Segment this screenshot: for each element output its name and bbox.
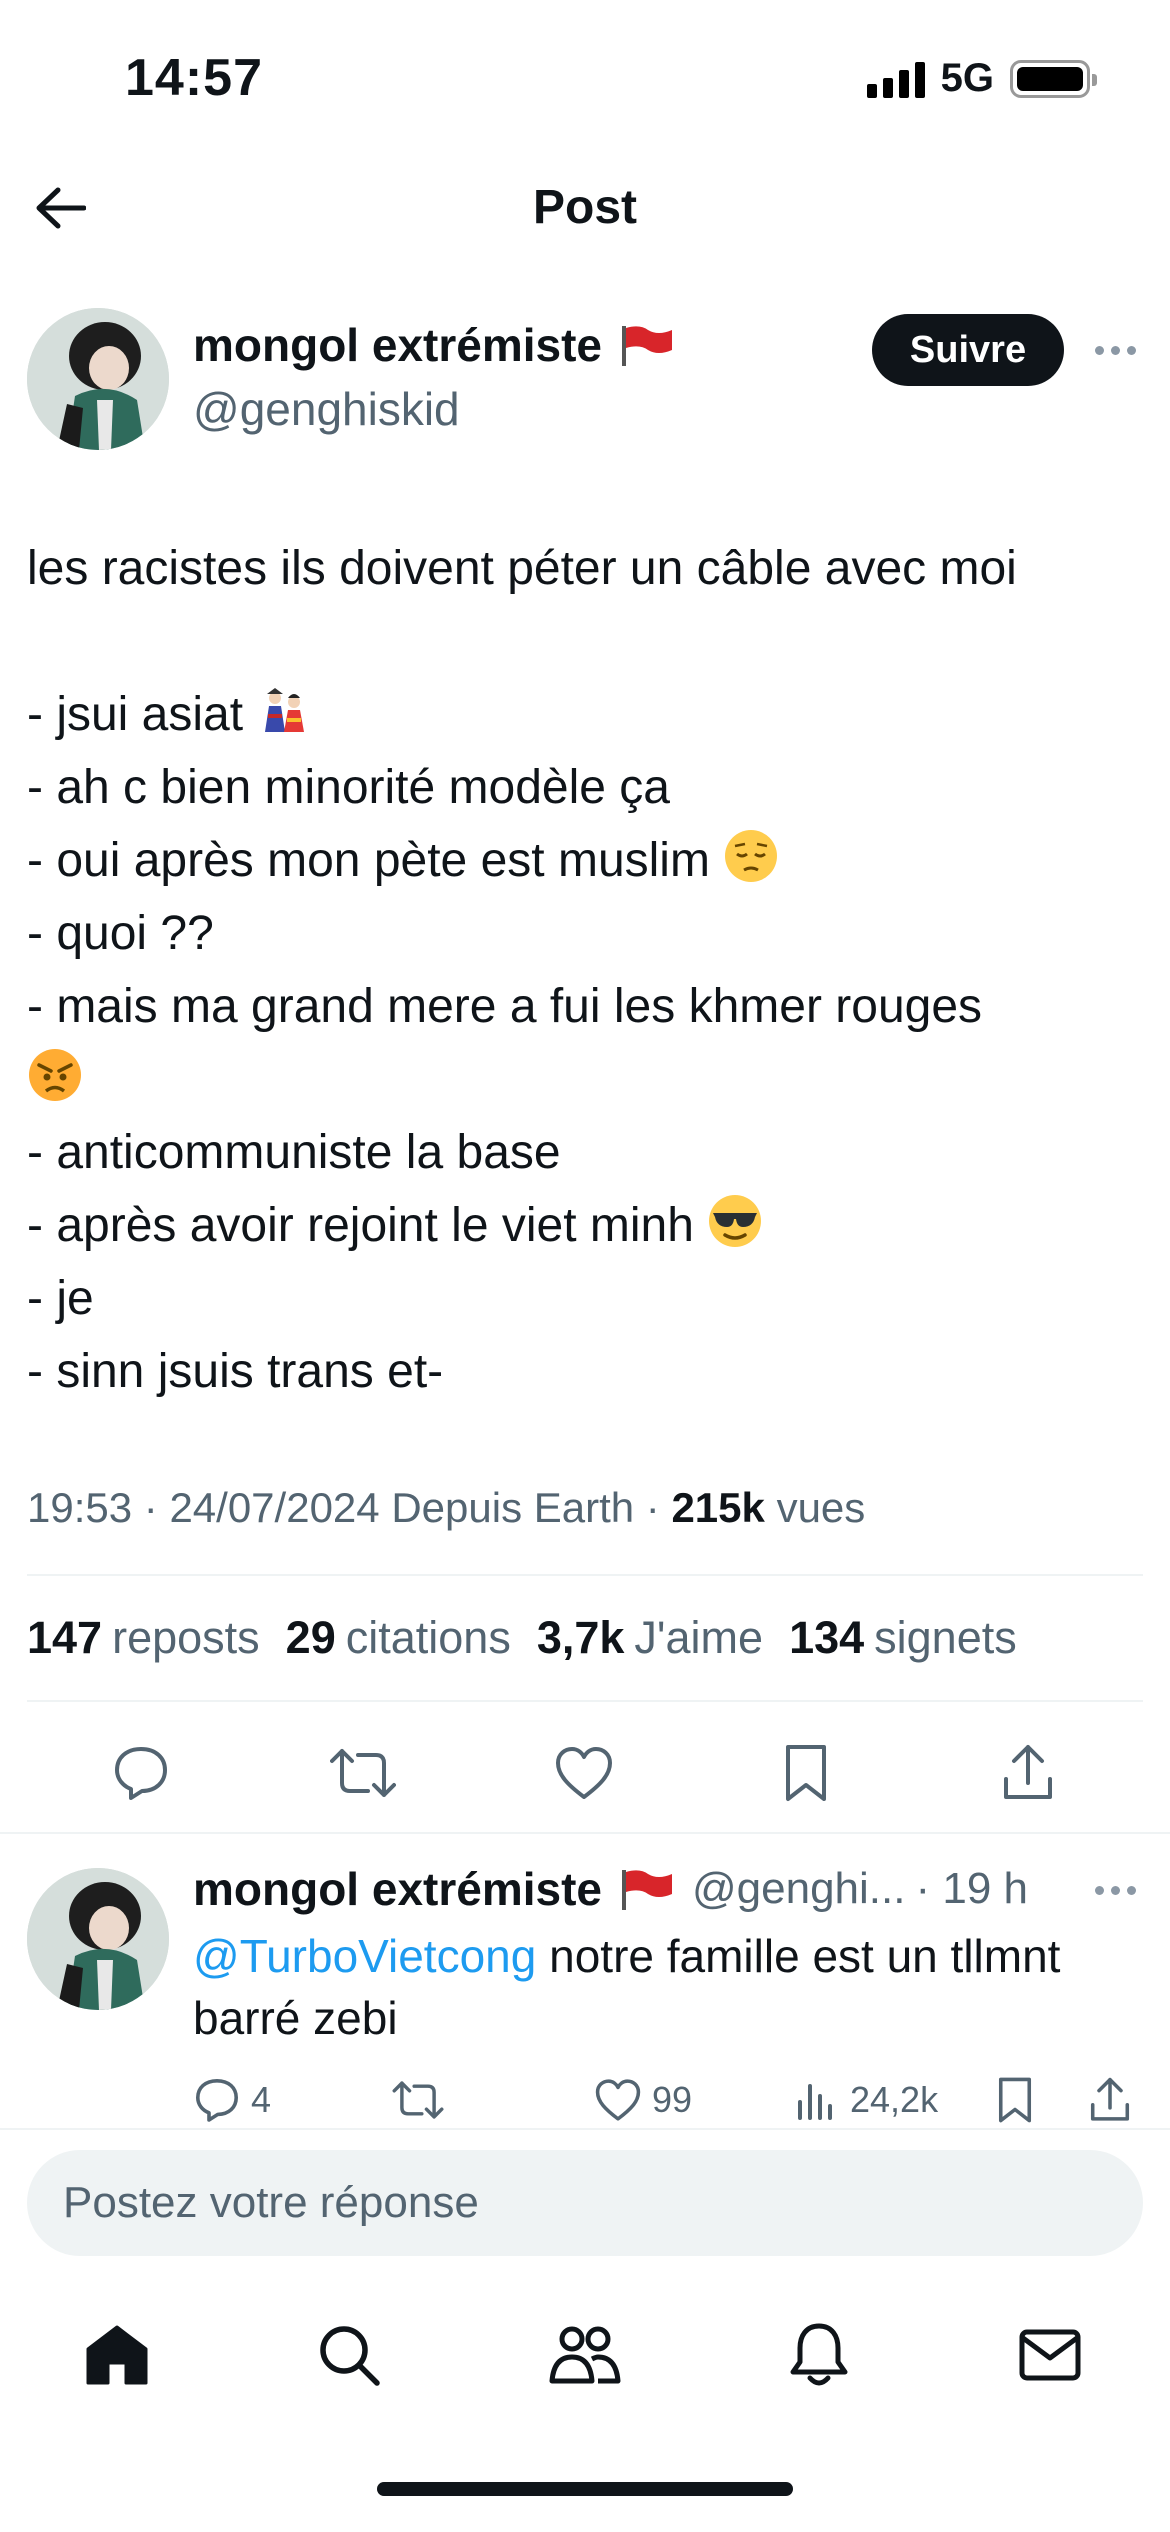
divider <box>0 1832 1170 1834</box>
stat-quotes[interactable]: 29 citations <box>286 1612 511 1664</box>
reply-like-button[interactable]: 99 <box>594 2070 692 2130</box>
bell-icon <box>790 2323 848 2386</box>
post-header: Post <box>0 160 1170 250</box>
more-options-button[interactable] <box>1090 328 1140 372</box>
tweet-line: les racistes ils doivent péter un câble … <box>27 542 1017 595</box>
repost-icon <box>392 2081 444 2119</box>
repost-button[interactable] <box>328 1738 398 1808</box>
follow-button[interactable]: Suivre <box>872 314 1064 386</box>
reply-bookmark-button[interactable] <box>996 2070 1034 2130</box>
author-handle[interactable]: @genghiskid <box>193 382 460 436</box>
heart-icon <box>595 2079 641 2121</box>
reply-author-name[interactable]: mongol extrémiste <box>193 1862 602 1916</box>
status-bar: 14:57 5G <box>0 0 1170 150</box>
tweet-line: - oui après mon pète est muslim <box>27 824 1152 897</box>
status-time: 14:57 <box>125 49 263 107</box>
tweet-line: - mais ma grand mere a fui les khmer rou… <box>27 980 983 1033</box>
heart-icon <box>556 1747 612 1799</box>
reply-button[interactable] <box>106 1738 176 1808</box>
signal-icon <box>866 60 925 98</box>
comment-icon <box>115 1747 167 1800</box>
share-button[interactable] <box>993 1738 1063 1808</box>
pensive-face-emoji-icon <box>725 830 778 882</box>
views-count: 215k <box>671 1484 765 1531</box>
tweet-source[interactable]: Depuis Earth <box>391 1484 634 1531</box>
stat-likes[interactable]: 3,7k J'aime <box>537 1612 763 1664</box>
share-icon <box>1004 1745 1052 1799</box>
bookmark-icon <box>786 1745 826 1801</box>
home-icon <box>86 2325 148 2385</box>
reply-avatar[interactable] <box>27 1868 169 2010</box>
bottom-navigation <box>0 2300 1170 2410</box>
tweet-line: - sinn jsuis trans et- <box>27 1345 444 1398</box>
nav-notifications[interactable] <box>779 2315 859 2395</box>
avatar[interactable] <box>27 308 169 450</box>
home-indicator <box>377 2482 793 2496</box>
reply-text: @TurboVietcong notre famille est un tllm… <box>193 1930 1061 2044</box>
status-indicators: 5G <box>866 56 1097 101</box>
tweet-stats: 147 reposts 29 citations 3,7k J'aime 134 sig… <box>27 1612 1017 1664</box>
reply-author-handle[interactable]: @genghi... <box>692 1864 905 1914</box>
dolls-emoji-icon <box>265 688 305 732</box>
avatar-image <box>27 308 169 450</box>
stat-reposts[interactable]: 147 reposts <box>27 1612 260 1664</box>
divider <box>27 1700 1143 1702</box>
network-label: 5G <box>940 56 994 100</box>
page-title: Post <box>532 181 637 234</box>
battery-icon <box>1010 59 1097 98</box>
bookmark-icon <box>998 2077 1032 2123</box>
views-label: vues <box>776 1484 866 1531</box>
nav-home[interactable] <box>77 2315 157 2395</box>
avatar-image <box>27 1868 169 2010</box>
red-flag-icon <box>622 326 672 366</box>
tweet-time: 19:53 <box>27 1484 133 1531</box>
nav-messages[interactable] <box>1010 2315 1090 2395</box>
tweet-line: - après avoir rejoint le viet minh <box>27 1189 1152 1262</box>
reply-actions: 4 99 24,2k <box>0 2070 1170 2130</box>
repost-icon <box>330 1749 396 1797</box>
reply-mention-link[interactable]: @TurboVietcong <box>193 1930 536 1982</box>
nav-search[interactable] <box>309 2315 389 2395</box>
mail-icon <box>1019 2329 1081 2381</box>
tweet-date: 24/07/2024 <box>169 1484 380 1531</box>
tweet-meta: 19:53 · 24/07/2024 Depuis Earth · 215k v… <box>27 1484 866 1531</box>
reply-input[interactable] <box>27 2150 1143 2256</box>
tweet-actions <box>0 1738 1170 1808</box>
tweet-line: - quoi ?? <box>27 907 214 960</box>
bookmark-button[interactable] <box>771 1738 841 1808</box>
nav-communities[interactable] <box>545 2315 625 2395</box>
search-icon <box>320 2326 380 2386</box>
reply-time: · 19 h <box>915 1864 1028 1913</box>
stat-bookmarks[interactable]: 134 signets <box>789 1612 1017 1664</box>
communities-icon <box>549 2326 621 2384</box>
reply-share-button[interactable] <box>1088 2070 1132 2130</box>
author-name[interactable]: mongol extrémiste <box>193 318 676 372</box>
reply-repost-button[interactable] <box>392 2070 444 2130</box>
reply-more-options-button[interactable] <box>1090 1870 1140 1910</box>
like-button[interactable] <box>549 1738 619 1808</box>
sunglasses-face-emoji-icon <box>709 1195 762 1247</box>
reply-views-button[interactable]: 24,2k <box>796 2070 938 2130</box>
tweet-line <box>27 1043 1152 1116</box>
reply-reply-button[interactable]: 4 <box>193 2070 271 2130</box>
tweet-line: - je <box>27 1272 94 1325</box>
tweet-line: - anticommuniste la base <box>27 1126 561 1179</box>
angry-face-emoji-icon <box>29 1049 81 1101</box>
reply-header: mongol extrémiste @genghi... · 19 h <box>193 1862 1028 1916</box>
share-icon <box>1090 2077 1130 2121</box>
comment-icon <box>196 2079 238 2122</box>
tweet-line: - jsui asiat <box>27 678 1152 751</box>
red-flag-icon <box>622 1870 672 1910</box>
views-chart-icon <box>798 2084 832 2120</box>
divider <box>27 1574 1143 1576</box>
tweet-text: les racistes ils doivent péter un câble … <box>27 532 1152 1408</box>
tweet-line: - ah c bien minorité modèle ça <box>27 761 670 814</box>
